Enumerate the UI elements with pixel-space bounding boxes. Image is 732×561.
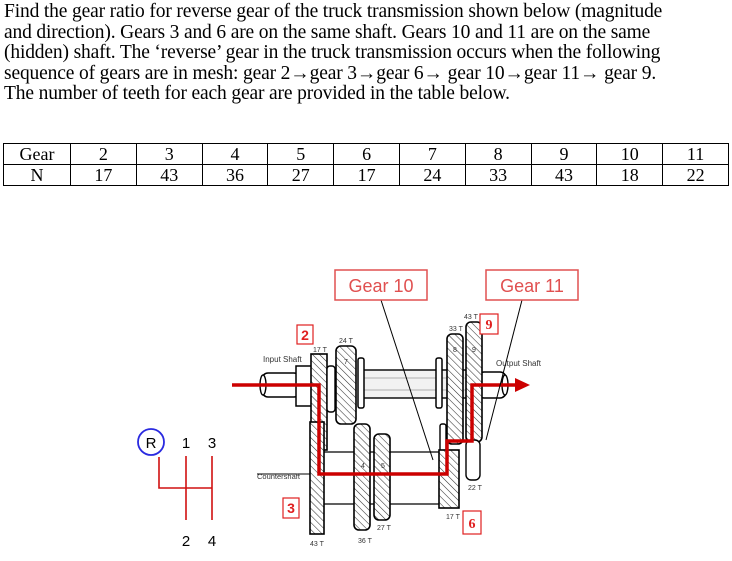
gear-11 <box>465 439 481 481</box>
gear-9 <box>465 321 483 443</box>
shift-gate-lines <box>158 456 213 520</box>
shift-label-4: 4 <box>208 533 216 550</box>
gear-tag-3: 3 <box>282 497 300 519</box>
shift-pattern: R 1 3 2 4 <box>137 428 216 550</box>
output-arrow-icon <box>515 378 530 392</box>
gear-6 <box>438 449 460 509</box>
svg-text:6: 6 <box>469 517 476 532</box>
svg-text:2: 2 <box>301 327 309 343</box>
output-shaft-label: Output Shaft <box>496 359 542 368</box>
tooth-label: 43 T <box>464 314 479 321</box>
svg-text:Gear 11: Gear 11 <box>500 276 564 296</box>
shift-label-3: 3 <box>208 435 216 452</box>
transmission-diagram: 2 7 8 9 4 5 Gear 10 Gear 11 2 9 3 6 Inpu… <box>137 269 579 550</box>
shift-label-1: 1 <box>182 435 190 452</box>
tooth-label: 17 T <box>446 514 461 521</box>
shift-label-r: R <box>146 435 157 452</box>
shift-label-2: 2 <box>182 533 190 550</box>
gear-4 <box>353 423 371 531</box>
svg-text:9: 9 <box>486 318 493 333</box>
gear-number: 4 <box>361 463 365 470</box>
svg-text:3: 3 <box>287 500 295 516</box>
gear-tag-2: 2 <box>296 324 314 345</box>
gear-tag-9: 9 <box>479 313 499 335</box>
gear-10-callout: Gear 10 <box>334 269 428 301</box>
gear-number: 8 <box>453 347 457 354</box>
gear-5 <box>373 433 391 521</box>
tooth-label: 22 T <box>468 485 483 492</box>
gear-number: 9 <box>472 347 476 354</box>
gear-number: 7 <box>344 359 348 366</box>
countershaft-label: Countershaft <box>257 472 301 481</box>
tooth-label: 17 T <box>313 347 328 354</box>
gear-tag-6: 6 <box>462 510 482 535</box>
svg-text:Gear 10: Gear 10 <box>348 276 413 296</box>
tooth-label: 24 T <box>339 338 354 345</box>
gear-7 <box>335 345 357 425</box>
gear-11-callout: Gear 11 <box>485 269 579 301</box>
tooth-label: 36 T <box>358 538 373 545</box>
gear-number: 5 <box>381 463 385 470</box>
tooth-label: 33 T <box>449 326 464 333</box>
tooth-label: 27 T <box>377 525 392 532</box>
gear-3 <box>309 421 325 535</box>
tooth-label: 43 T <box>310 541 325 548</box>
input-shaft-label: Input Shaft <box>263 355 302 364</box>
